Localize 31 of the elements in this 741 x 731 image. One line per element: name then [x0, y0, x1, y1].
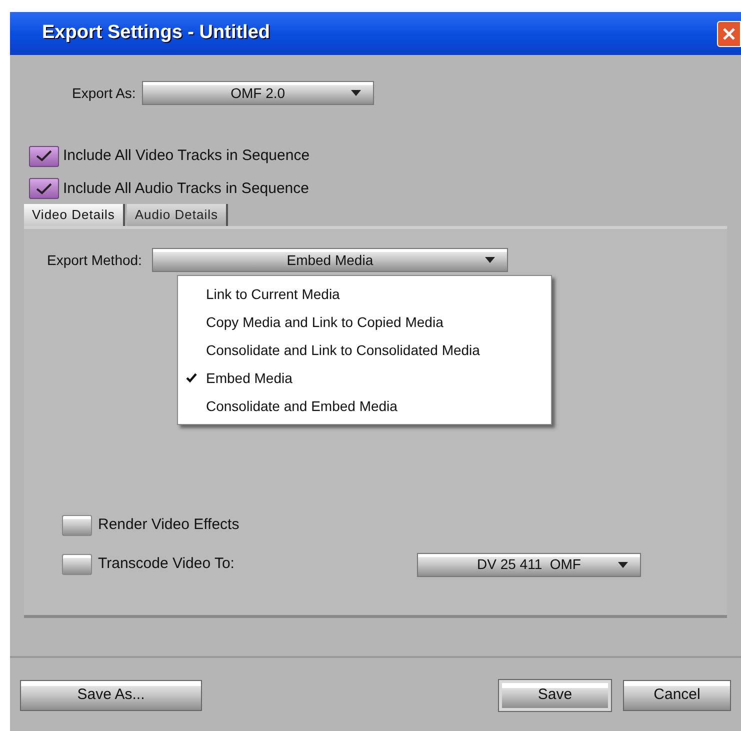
checkbox[interactable]: [29, 146, 59, 167]
check-icon: [35, 182, 53, 195]
caret-icon: [350, 90, 361, 96]
menu-item[interactable]: Copy Media and Link to Copied Media: [178, 308, 551, 336]
tab[interactable]: Audio Details: [126, 204, 228, 226]
close-button[interactable]: [717, 20, 741, 46]
menu-item[interactable]: Embed Media: [178, 364, 551, 392]
export-method-dropdown[interactable]: Embed Media: [152, 248, 508, 272]
export-as-label: Export As:: [72, 84, 136, 103]
menu-item[interactable]: Consolidate and Link to Consolidated Media: [178, 336, 551, 364]
checkbox[interactable]: [62, 554, 92, 575]
button[interactable]: Cancel: [623, 680, 731, 711]
caret-icon: [618, 562, 628, 568]
tab[interactable]: Video Details: [24, 204, 125, 226]
menu-item[interactable]: Link to Current Media: [178, 280, 551, 308]
checkbox-label: Render Video Effects: [98, 515, 240, 535]
transcode-dropdown[interactable]: DV 25 411 OMF: [417, 552, 641, 576]
close-icon: [722, 26, 736, 40]
export-method-label: Export Method:: [47, 250, 142, 270]
button[interactable]: Save: [499, 680, 611, 711]
checkbox[interactable]: [62, 514, 92, 536]
check-icon: [35, 150, 53, 162]
checkbox-label: Transcode Video To:: [98, 554, 234, 574]
caret-icon: [484, 257, 495, 263]
button[interactable]: Save As...: [20, 680, 202, 711]
checkbox-label: Include All Audio Tracks in Sequence: [63, 178, 309, 198]
export-as-dropdown[interactable]: OMF 2.0: [142, 81, 374, 105]
checkbox[interactable]: [29, 178, 59, 200]
checkbox-label: Include All Video Tracks in Sequence: [63, 146, 310, 166]
menu-item[interactable]: Consolidate and Embed Media: [178, 392, 551, 420]
window-title: Export Settings - Untitled: [42, 21, 270, 46]
